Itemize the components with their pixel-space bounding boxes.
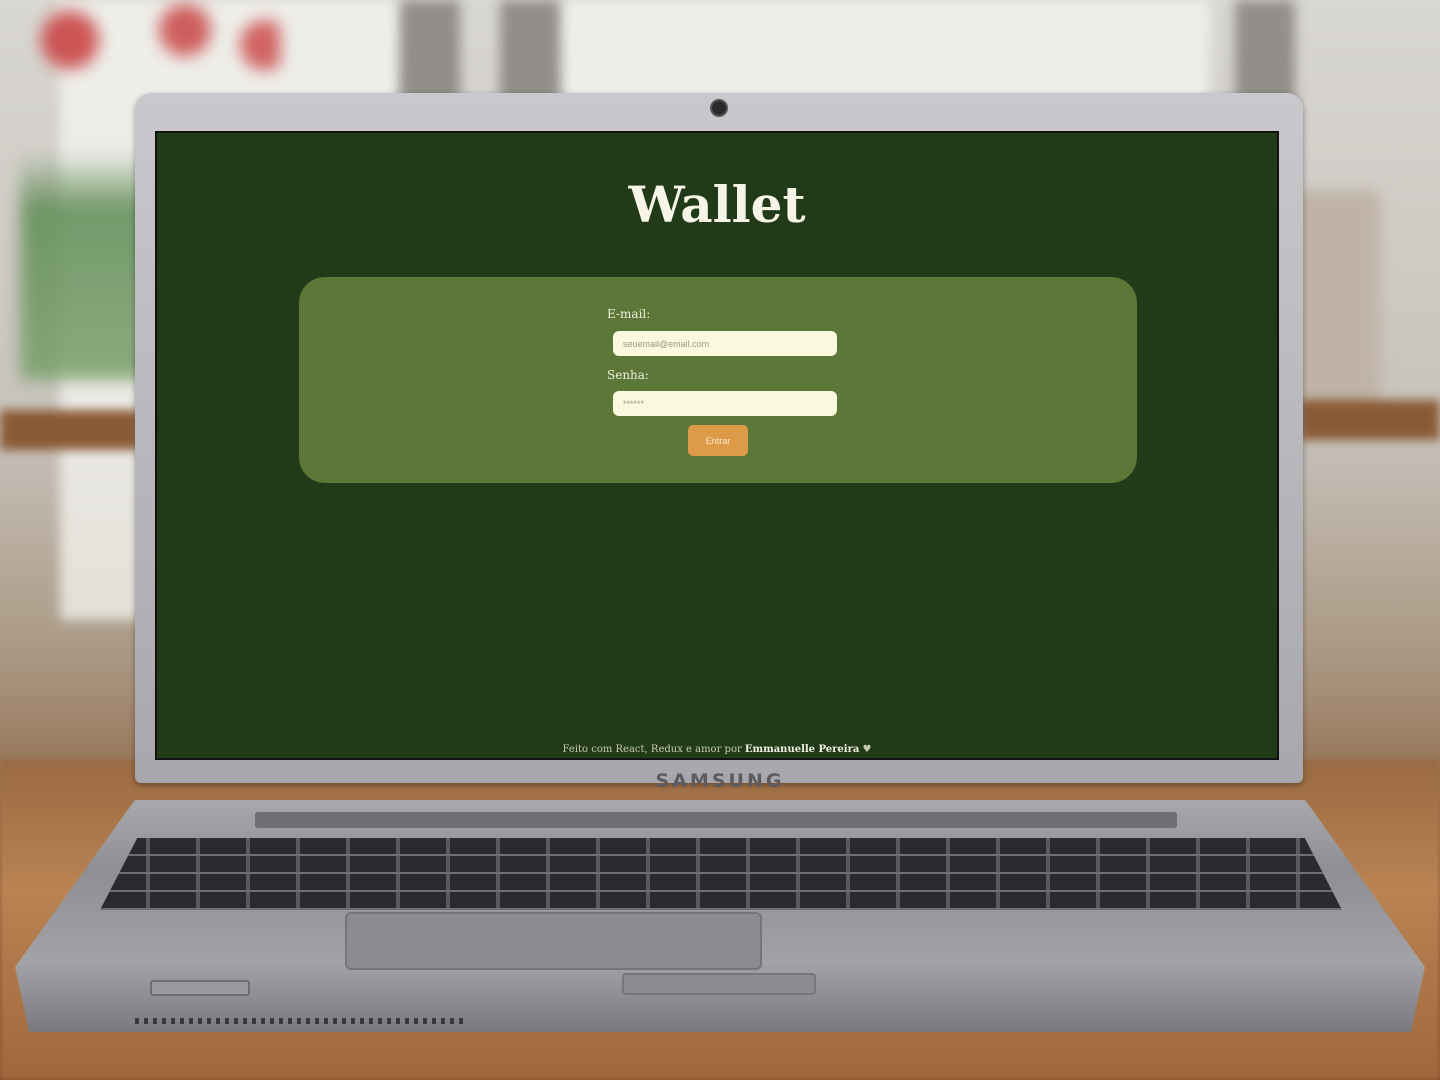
email-field[interactable] (613, 331, 837, 356)
footer-text: Feito com React, Redux e amor por (562, 744, 745, 755)
background-shelf (1300, 400, 1440, 440)
login-button[interactable]: Entrar (688, 425, 748, 456)
laptop-indicator (150, 980, 250, 996)
laptop-lid-notch (622, 973, 816, 995)
password-field[interactable] (613, 391, 837, 416)
laptop-speaker-grille (135, 1018, 465, 1024)
background-shelf (0, 410, 140, 450)
heart-icon: ♥ (862, 744, 872, 755)
password-label: Senha: (607, 368, 649, 382)
laptop-screen: Wallet E-mail: Senha: Entrar Feito com R… (155, 131, 1279, 760)
laptop-touchpad (345, 912, 762, 970)
keyboard-rows (100, 838, 1342, 910)
laptop-brand-logo: SAMSUNG (655, 770, 785, 792)
login-card: E-mail: Senha: Entrar (299, 277, 1137, 483)
footer-author-link[interactable]: Emmanuelle Pereira (745, 744, 859, 755)
email-label: E-mail: (607, 307, 651, 321)
app-title: Wallet (628, 175, 806, 234)
laptop-hinge (255, 812, 1177, 828)
footer: Feito com React, Redux e amor por Emmanu… (157, 744, 1277, 755)
webcam-icon (710, 99, 728, 117)
